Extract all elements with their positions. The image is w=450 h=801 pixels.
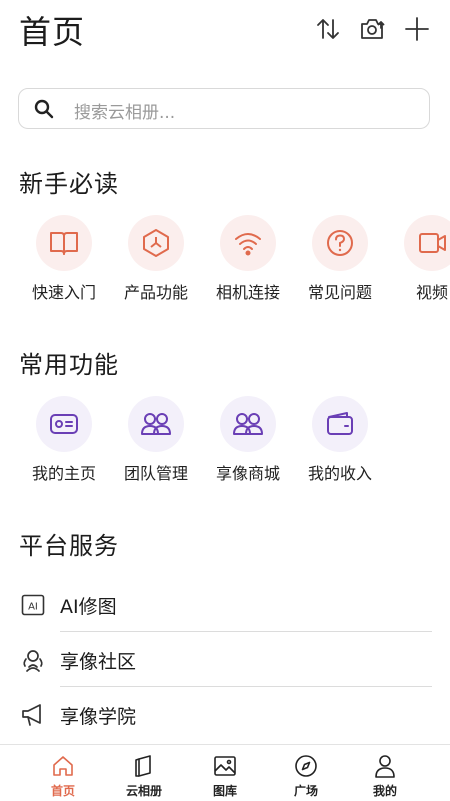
grid-item-product-features[interactable]: 产品功能 xyxy=(110,215,202,315)
album-icon xyxy=(135,755,151,777)
section-title-common: 常用功能 xyxy=(19,351,119,379)
tab-label: 首页 xyxy=(50,784,75,798)
grid-item-label: 我的收入 xyxy=(307,464,372,483)
grid-item-label: 享像商城 xyxy=(215,464,280,483)
grid-item-label: 我的主页 xyxy=(31,464,96,483)
divider xyxy=(60,686,432,687)
tab-gallery[interactable]: 图库 xyxy=(180,745,270,801)
home-icon xyxy=(53,756,73,776)
service-item-academy[interactable]: 享像学院 xyxy=(0,690,450,742)
search-placeholder: 搜索云相册... xyxy=(74,103,176,123)
compass-icon xyxy=(295,755,317,777)
grid-item-label: 视频 xyxy=(415,283,448,302)
wifi-icon xyxy=(220,215,276,271)
video-icon xyxy=(404,215,450,271)
grid-item-team-management[interactable]: 团队管理 xyxy=(110,396,202,496)
grid-item-video[interactable]: 视频 xyxy=(386,215,450,315)
search-icon xyxy=(34,99,54,119)
section-title-beginner: 新手必读 xyxy=(19,170,119,198)
id-card-icon xyxy=(36,396,92,452)
tab-label: 云相册 xyxy=(125,784,162,798)
tab-square[interactable]: 广场 xyxy=(261,745,351,801)
team-icon xyxy=(128,396,184,452)
grid-item-label: 快速入门 xyxy=(31,283,96,302)
sort-icon[interactable] xyxy=(311,12,345,46)
tab-cloud-album[interactable]: 云相册 xyxy=(99,745,189,801)
service-label: AI修图 xyxy=(60,596,117,618)
service-label: 享像学院 xyxy=(60,706,137,728)
header: 首页 xyxy=(0,0,450,60)
beginner-grid: 快速入门 产品功能 相机连接 常见问题 视频 xyxy=(0,215,450,315)
add-icon[interactable] xyxy=(400,12,434,46)
profile-icon xyxy=(375,755,395,778)
megaphone-icon xyxy=(20,702,46,728)
ai-icon: AI xyxy=(20,592,46,618)
common-grid: 我的主页 团队管理 享像商城 我的收入 xyxy=(0,396,450,496)
divider xyxy=(60,631,432,632)
grid-item-quick-start[interactable]: 快速入门 xyxy=(18,215,110,315)
tab-label: 我的 xyxy=(372,784,397,798)
tab-mine[interactable]: 我的 xyxy=(340,745,430,801)
tab-home[interactable]: 首页 xyxy=(18,745,108,801)
question-icon xyxy=(312,215,368,271)
gallery-icon xyxy=(214,756,236,776)
grid-item-faq[interactable]: 常见问题 xyxy=(294,215,386,315)
grid-item-label: 团队管理 xyxy=(123,464,188,483)
camera-upload-icon[interactable] xyxy=(356,12,390,46)
book-icon xyxy=(36,215,92,271)
service-label: 享像社区 xyxy=(60,651,137,673)
cube-icon xyxy=(128,215,184,271)
tab-label: 图库 xyxy=(212,784,237,798)
grid-item-camera-connect[interactable]: 相机连接 xyxy=(202,215,294,315)
service-item-ai-retouch[interactable]: AI AI修图 xyxy=(0,580,450,632)
grid-item-shop[interactable]: 享像商城 xyxy=(202,396,294,496)
wallet-icon xyxy=(312,396,368,452)
search-bar[interactable]: 搜索云相册... xyxy=(18,88,430,129)
shop-icon xyxy=(220,396,276,452)
grid-item-label: 产品功能 xyxy=(123,283,188,302)
grid-item-my-income[interactable]: 我的收入 xyxy=(294,396,386,496)
section-title-platform: 平台服务 xyxy=(19,532,119,560)
grid-item-label: 常见问题 xyxy=(307,283,372,302)
bottom-tab-bar: 首页 云相册 图库 广场 我的 xyxy=(0,744,450,801)
tab-label: 广场 xyxy=(293,784,318,798)
page-title: 首页 xyxy=(19,13,86,51)
grid-item-label: 相机连接 xyxy=(215,283,280,302)
service-item-community[interactable]: 享像社区 xyxy=(0,635,450,687)
community-icon xyxy=(20,647,46,673)
grid-item-my-homepage[interactable]: 我的主页 xyxy=(18,396,110,496)
svg-text:AI: AI xyxy=(28,602,38,613)
